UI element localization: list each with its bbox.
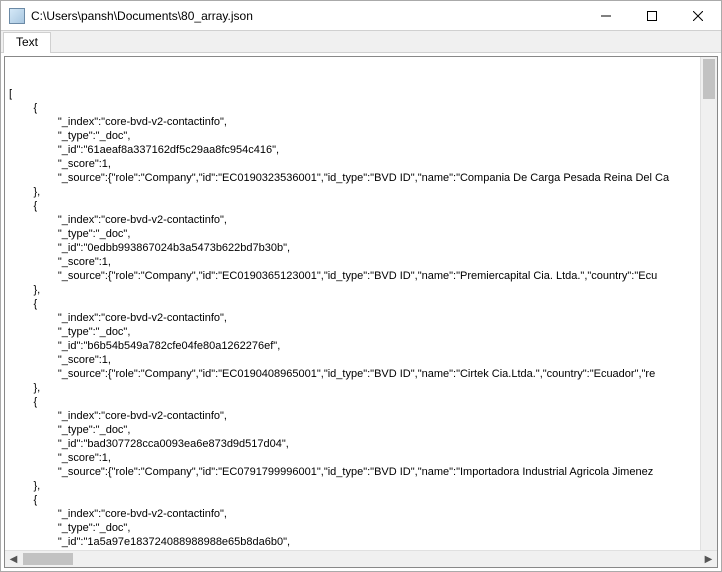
vertical-scrollbar[interactable] xyxy=(700,57,717,550)
close-icon xyxy=(693,11,703,21)
horizontal-scrollbar[interactable]: ◀ ▶ xyxy=(5,550,717,567)
horizontal-scroll-thumb[interactable] xyxy=(23,553,73,565)
tab-text[interactable]: Text xyxy=(3,32,51,53)
minimize-icon xyxy=(601,11,611,21)
maximize-icon xyxy=(647,11,657,21)
tab-strip: Text xyxy=(1,31,721,53)
maximize-button[interactable] xyxy=(629,1,675,30)
minimize-button[interactable] xyxy=(583,1,629,30)
text-view[interactable]: [ { "_index":"core-bvd-v2-contactinfo", … xyxy=(5,57,717,550)
scroll-left-arrow-icon[interactable]: ◀ xyxy=(5,551,22,567)
close-button[interactable] xyxy=(675,1,721,30)
json-content[interactable]: [ { "_index":"core-bvd-v2-contactinfo", … xyxy=(9,87,713,550)
titlebar[interactable]: C:\Users\pansh\Documents\80_array.json xyxy=(1,1,721,31)
window-controls xyxy=(583,1,721,30)
tab-label: Text xyxy=(16,35,38,49)
scroll-right-arrow-icon[interactable]: ▶ xyxy=(700,551,717,567)
content-frame: [ { "_index":"core-bvd-v2-contactinfo", … xyxy=(1,53,721,571)
vertical-scroll-thumb[interactable] xyxy=(703,59,715,99)
app-window: C:\Users\pansh\Documents\80_array.json T… xyxy=(0,0,722,572)
window-title: C:\Users\pansh\Documents\80_array.json xyxy=(31,9,583,23)
app-icon xyxy=(9,8,25,24)
content-border: [ { "_index":"core-bvd-v2-contactinfo", … xyxy=(4,56,718,568)
